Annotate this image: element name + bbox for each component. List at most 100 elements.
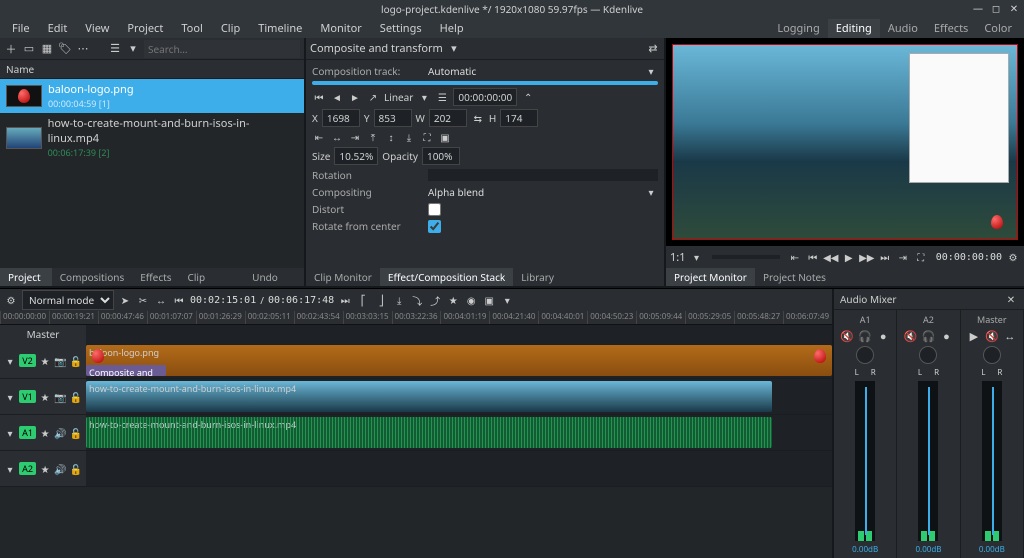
distort-checkbox[interactable] (428, 203, 441, 216)
add-clip-icon[interactable]: ＋ (4, 42, 18, 56)
menu-view[interactable]: View (77, 19, 117, 38)
master-track-head[interactable]: Master (0, 325, 86, 343)
close-icon[interactable]: ✕ (1004, 292, 1018, 306)
next-keyframe-icon[interactable]: ► (348, 90, 362, 104)
monitor-config-icon[interactable]: ⚙ (1006, 250, 1020, 264)
align-right-icon[interactable]: ⇥ (348, 130, 362, 144)
menu-clip[interactable]: Clip (213, 19, 248, 38)
y-value[interactable]: 853 (374, 109, 412, 127)
layout-audio[interactable]: Audio (880, 19, 926, 38)
rec-icon[interactable]: ● (876, 329, 890, 343)
mute-video-icon[interactable]: 📷 (54, 390, 66, 404)
monitor-scrubber[interactable] (712, 255, 780, 259)
solo-icon[interactable]: 🎧 (858, 329, 872, 343)
prev-keyframe-icon[interactable]: ◄ (330, 90, 344, 104)
mute-icon[interactable]: 🔇 (840, 329, 854, 343)
collapse-icon[interactable]: ▾ (4, 354, 16, 368)
overwrite-icon[interactable]: ⤓ (392, 293, 406, 307)
timeline-ruler[interactable]: 00:00:00:0000:00:19:2100:00:47:4600:01:0… (0, 311, 832, 325)
level-meter[interactable] (982, 381, 1002, 541)
monitor-timecode[interactable]: 00:00:00:00 (936, 252, 1002, 263)
align-left-icon[interactable]: ⇤ (312, 130, 326, 144)
compositing-value[interactable]: Alpha blend (428, 185, 484, 199)
chevron-down-icon[interactable]: ▾ (500, 293, 514, 307)
mute-icon[interactable]: 🔇 (903, 329, 917, 343)
pan-knob[interactable] (983, 346, 1001, 364)
tab-effect-stack[interactable]: Effect/Composition Stack (380, 268, 513, 286)
tab-effects[interactable]: Effects (132, 268, 179, 286)
effect-timecode[interactable]: 00:00:00:00 (453, 88, 517, 106)
go-end-icon[interactable]: ⏭ (338, 293, 352, 307)
bin-clip-row[interactable]: how-to-create-mount-and-burn-isos-in-lin… (0, 113, 304, 162)
menu-timeline[interactable]: Timeline (250, 19, 310, 38)
size-value[interactable]: 10.52% (334, 147, 378, 165)
opacity-value[interactable]: 100% (422, 147, 460, 165)
maximize-icon[interactable]: ◻ (990, 2, 1002, 14)
filter-icon[interactable]: ⋯ (76, 42, 90, 56)
fullscreen-icon[interactable]: ⛶ (914, 250, 928, 264)
menu-settings[interactable]: Settings (372, 19, 430, 38)
align-bottom-icon[interactable]: ⤓ (402, 130, 416, 144)
gear-icon[interactable]: ⚙ (4, 293, 18, 307)
track-head[interactable]: ▾ V1 ★ 📷 🔓 (0, 379, 86, 414)
favorite-icon[interactable]: ★ (446, 293, 460, 307)
lock-icon[interactable]: 🔓 (70, 354, 82, 368)
delete-clip-icon[interactable]: ▦ (40, 42, 54, 56)
menu-edit[interactable]: Edit (40, 19, 76, 38)
level-meter[interactable] (918, 381, 938, 541)
lock-icon[interactable]: 🔓 (70, 426, 82, 440)
composition-track-value[interactable]: Automatic (428, 64, 476, 78)
bin-column-header[interactable]: Name (0, 60, 304, 79)
tag-icon[interactable]: 🏷 (58, 42, 72, 56)
track-head[interactable]: ▾ A2 ★ 🔊 🔓 (0, 451, 86, 486)
x-value[interactable]: 1698 (322, 109, 360, 127)
mute-video-icon[interactable]: 📷 (54, 354, 66, 368)
star-icon[interactable]: ★ (39, 354, 51, 368)
tab-clip-properties[interactable]: Clip Properties (180, 268, 245, 286)
collapse-icon[interactable]: ▾ (4, 462, 16, 476)
project-monitor[interactable] (666, 38, 1024, 246)
skip-start-icon[interactable]: ⏮ (806, 250, 820, 264)
align-center-v-icon[interactable]: ↕ (384, 130, 398, 144)
bin-search-input[interactable] (144, 40, 300, 58)
preview-render-icon[interactable]: ▣ (482, 293, 496, 307)
pointer-tool-icon[interactable]: ➤ (118, 293, 132, 307)
layout-effects[interactable]: Effects (926, 19, 976, 38)
stepper-icon[interactable]: ⌃ (521, 90, 535, 104)
align-top-icon[interactable]: ⤒ (366, 130, 380, 144)
set-in-icon[interactable]: ⇤ (788, 250, 802, 264)
interp-icon[interactable]: ↗ (366, 90, 380, 104)
timeline-clip-audio[interactable]: how-to-create-mount-and-burn-isos-in-lin… (86, 417, 772, 448)
lock-icon[interactable]: 🔓 (70, 462, 82, 476)
play-icon[interactable]: ▶ (842, 250, 856, 264)
original-size-icon[interactable]: ▣ (438, 130, 452, 144)
set-out-icon[interactable]: ⇥ (896, 250, 910, 264)
tab-project-bin[interactable]: Project Bin (0, 268, 52, 286)
chevron-down-icon[interactable]: ▾ (417, 90, 431, 104)
pan-knob[interactable] (919, 346, 937, 364)
collapse-icon[interactable]: ▾ (4, 426, 16, 440)
align-center-h-icon[interactable]: ↔ (330, 130, 344, 144)
track-lane[interactable] (86, 451, 832, 486)
list-view-icon[interactable]: ☰ (108, 42, 122, 56)
razor-tool-icon[interactable]: ✂ (136, 293, 150, 307)
menu-project[interactable]: Project (119, 19, 171, 38)
timeline-pos[interactable]: 00:02:15:01 (190, 295, 256, 306)
track-lane[interactable]: baloon-logo.png Composite and transform (86, 343, 832, 378)
rotation-slider[interactable] (428, 169, 658, 181)
lock-icon[interactable]: 🔓 (70, 390, 82, 404)
track-head[interactable]: ▾ V2 ★ 📷 🔓 (0, 343, 86, 378)
timeline-transition[interactable]: Composite and transform (86, 365, 166, 376)
tab-project-monitor[interactable]: Project Monitor (666, 268, 755, 286)
rotate-from-center-checkbox[interactable] (428, 220, 441, 233)
link-icon[interactable]: ⇆ (471, 111, 485, 125)
chevron-down-icon[interactable]: ▾ (644, 185, 658, 199)
solo-icon[interactable]: 🎧 (921, 329, 935, 343)
go-start-icon[interactable]: ⏮ (172, 293, 186, 307)
tab-clip-monitor[interactable]: Clip Monitor (306, 268, 380, 286)
menu-help[interactable]: Help (432, 19, 472, 38)
rec-icon[interactable]: ● (939, 329, 953, 343)
lift-icon[interactable]: ⤴ (428, 293, 442, 307)
star-icon[interactable]: ★ (39, 390, 51, 404)
h-value[interactable]: 174 (500, 109, 538, 127)
